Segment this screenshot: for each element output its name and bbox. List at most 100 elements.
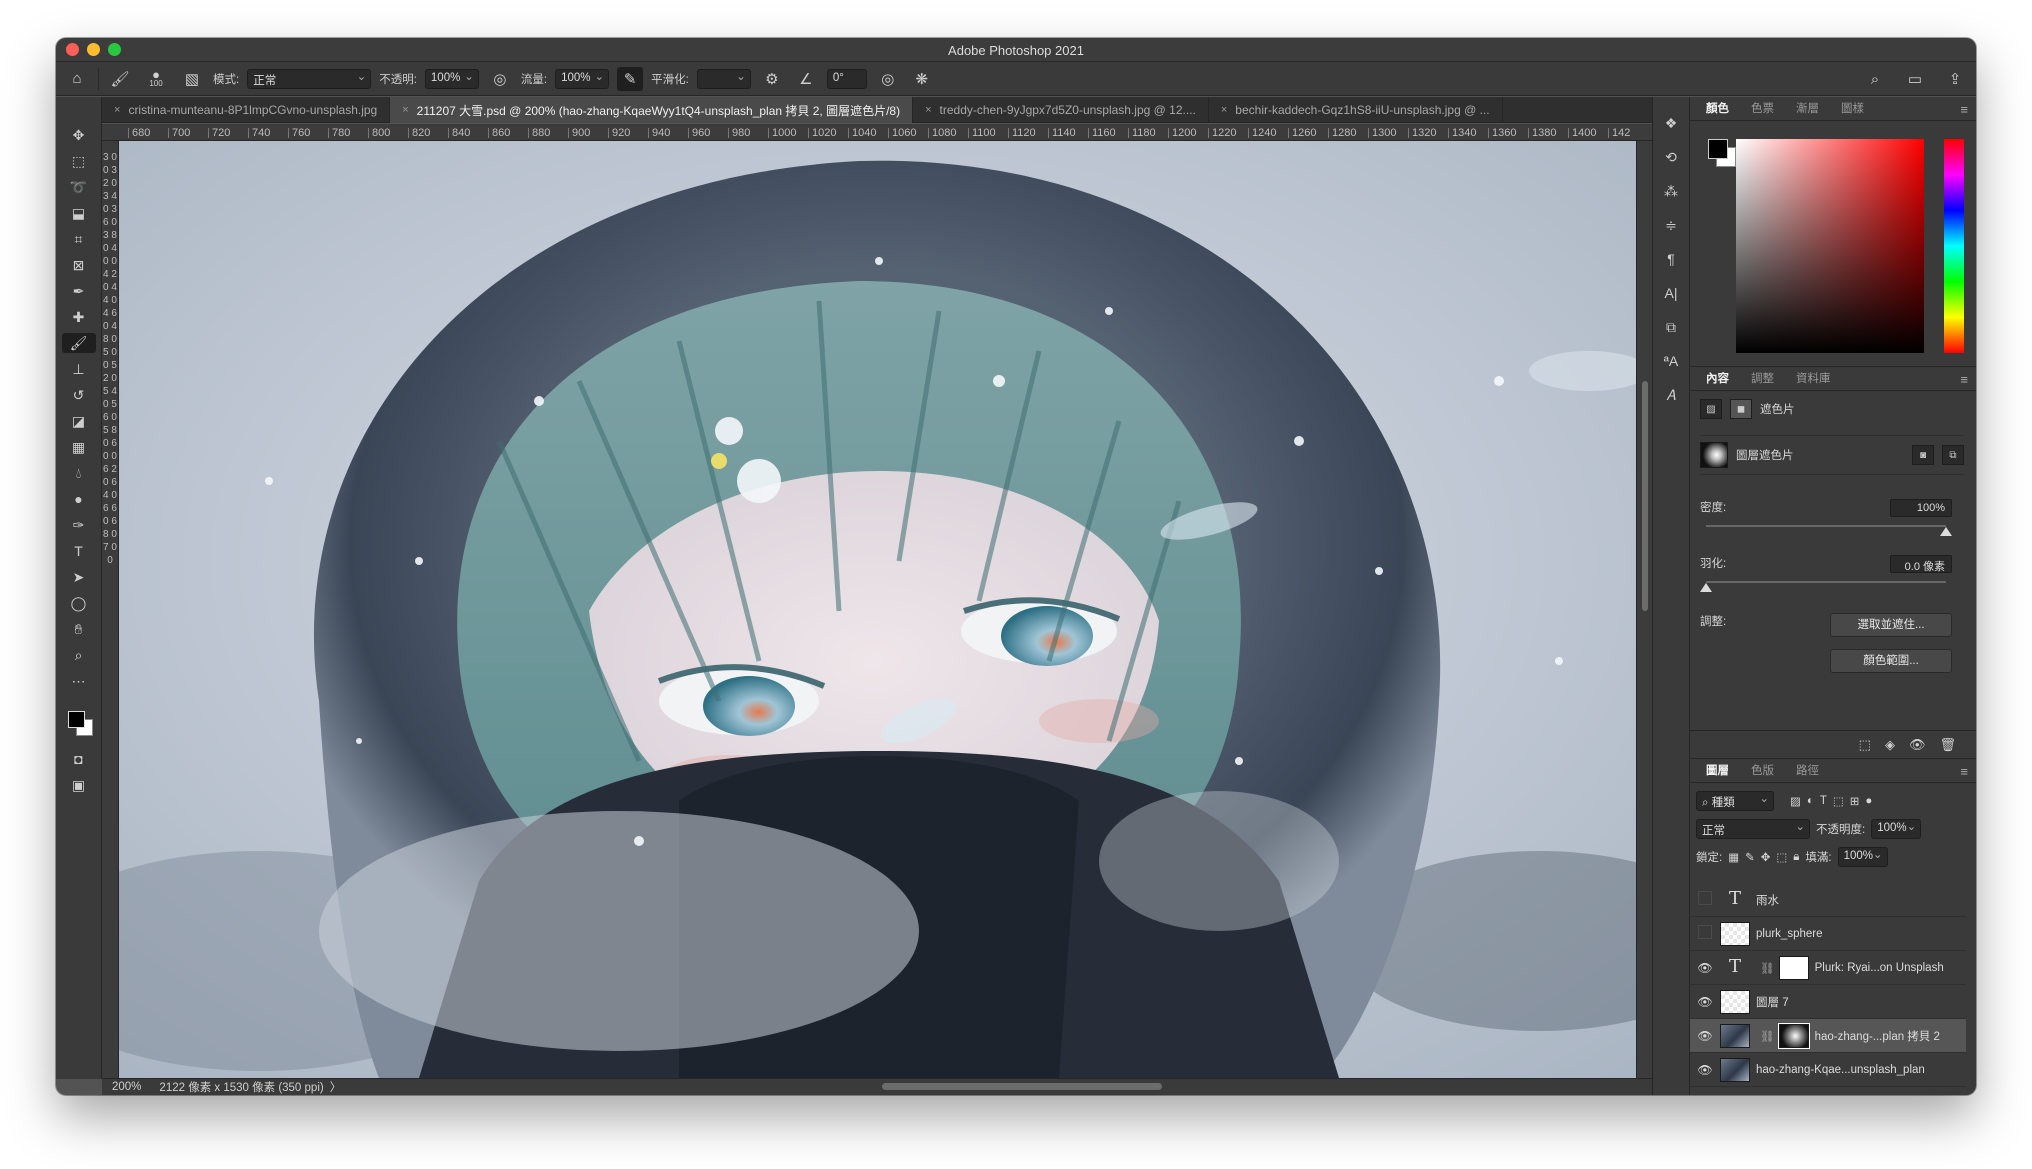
filter-shape-icon[interactable]: ⬚	[1833, 794, 1844, 808]
trash-icon[interactable]: 🗑︎	[1939, 737, 1956, 753]
frame-tool-icon[interactable]: ⊠	[62, 255, 96, 275]
lock-transparency-icon[interactable]: ▦	[1728, 850, 1739, 864]
tab-gradients[interactable]: 漸層	[1786, 96, 1829, 120]
color-swatches[interactable]	[62, 707, 96, 743]
clone-stamp-tool-icon[interactable]: ⊥	[62, 359, 96, 379]
color-picker-field[interactable]	[1736, 139, 1924, 353]
close-tab-icon[interactable]: ×	[114, 104, 120, 116]
lock-artboard-icon[interactable]: ⬚	[1776, 850, 1787, 864]
panel-menu-icon[interactable]: ≡	[1960, 372, 1968, 387]
filter-pixel-icon[interactable]: ▨	[1790, 794, 1801, 808]
select-and-mask-button[interactable]: 選取並遮住...	[1830, 613, 1952, 637]
layer-fill-field[interactable]: 100%	[1837, 847, 1888, 867]
brush-settings-icon[interactable]: ⁂	[1657, 181, 1685, 201]
smoothing-field[interactable]	[696, 68, 751, 89]
close-tab-icon[interactable]: ×	[1221, 104, 1227, 116]
pressure-size-icon[interactable]: ◎	[875, 67, 901, 91]
tab-patterns[interactable]: 圖樣	[1831, 96, 1874, 120]
feather-slider[interactable]	[1700, 581, 1946, 592]
layer-row[interactable]: T 雨水	[1690, 883, 1966, 917]
paragraph-icon[interactable]: ¶	[1657, 249, 1685, 269]
home-icon[interactable]: ⌂	[64, 67, 90, 91]
object-selection-tool-icon[interactable]: ⬓	[62, 203, 96, 223]
brush-tool-preset-icon[interactable]: 🖌︎	[107, 67, 133, 91]
lock-all-icon[interactable]: 🔒︎	[1793, 851, 1799, 864]
feather-field[interactable]: 0.0 像素	[1890, 555, 1952, 573]
workspace-icon[interactable]: ▭	[1902, 67, 1928, 91]
eye-icon[interactable]: 👁︎	[1690, 1063, 1720, 1077]
layer-visibility-toggle[interactable]	[1690, 891, 1720, 908]
doc-tab-2[interactable]: × 211207 大雪.psd @ 200% (hao-zhang-KqaeWyy…	[390, 97, 914, 123]
vertical-scrollbar[interactable]	[1636, 141, 1652, 1078]
filter-smart-object-icon[interactable]: ⊞	[1850, 794, 1860, 808]
flow-field[interactable]: 100%	[555, 68, 610, 89]
layer-visibility-toggle[interactable]	[1690, 925, 1720, 942]
tab-color[interactable]: 顏色	[1696, 96, 1739, 120]
horizontal-scroll-thumb[interactable]	[882, 1083, 1162, 1090]
tab-properties[interactable]: 內容	[1696, 366, 1739, 390]
layer-opacity-field[interactable]: 100%	[1871, 819, 1922, 839]
layer-row[interactable]: 👁︎ T ⛓︎ Plurk: Ryai...on Unsplash	[1690, 951, 1966, 985]
load-selection-icon[interactable]: ⬚	[1859, 737, 1871, 753]
brush-size-picker[interactable]: ● 100	[141, 67, 171, 91]
add-vector-mask-button[interactable]: ⧉	[1942, 445, 1964, 465]
filter-toggle-icon[interactable]: ●	[1865, 795, 1872, 807]
healing-brush-tool-icon[interactable]: ✚	[62, 307, 96, 327]
move-tool-icon[interactable]: ✥	[62, 125, 96, 145]
tab-swatches[interactable]: 色票	[1741, 96, 1784, 120]
brush-settings-panel-icon[interactable]: ▧	[179, 67, 205, 91]
zoom-level[interactable]: 200%	[112, 1081, 141, 1093]
eye-icon[interactable]: 👁︎	[1690, 1029, 1720, 1043]
vertical-scroll-thumb[interactable]	[1642, 381, 1648, 611]
clone-source-icon[interactable]: ⧉	[1657, 317, 1685, 337]
glyphs-icon[interactable]: ªA	[1657, 351, 1685, 371]
select-pixel-mask-button[interactable]: ◙	[1912, 445, 1934, 465]
lasso-tool-icon[interactable]: ➰	[62, 177, 96, 197]
layer-row[interactable]: 👁︎ 圖層 7	[1690, 985, 1966, 1019]
zoom-tool-icon[interactable]: ⌕	[62, 645, 96, 665]
blur-tool-icon[interactable]: 💧︎	[62, 463, 96, 483]
horizontal-ruler[interactable]: 680 700 720 740 760 780 800 820 840 860 880 900 920 9…	[102, 124, 1682, 141]
gradient-tool-icon[interactable]: ▦	[62, 437, 96, 457]
vector-mask-icon[interactable]: ◼	[1730, 399, 1752, 419]
tab-paths[interactable]: 路徑	[1786, 758, 1829, 782]
tab-libraries[interactable]: 資料庫	[1786, 366, 1841, 390]
layer-row-selected[interactable]: 👁︎ ⛓︎ hao-zhang-...plan 拷貝 2	[1690, 1019, 1966, 1053]
blend-mode-select[interactable]: 正常	[247, 68, 372, 89]
pressure-opacity-icon[interactable]: ◎	[487, 67, 513, 91]
lock-pixels-icon[interactable]: ✎	[1745, 850, 1755, 864]
adjustments-icon[interactable]: ≑	[1657, 215, 1685, 235]
link-icon[interactable]: ⛓︎	[1760, 961, 1775, 975]
airbrush-icon[interactable]: ✎	[617, 66, 644, 91]
hue-slider[interactable]	[1944, 139, 1964, 353]
symmetry-icon[interactable]: ❋	[909, 67, 935, 91]
layer-row[interactable]: 👁︎ hao-zhang-Kqae...unsplash_plan	[1690, 1053, 1966, 1087]
filter-type-icon[interactable]: T	[1820, 795, 1827, 807]
feather-slider-knob[interactable]	[1700, 583, 1712, 592]
pen-tool-icon[interactable]: ✑	[62, 515, 96, 535]
doc-tab-4[interactable]: × bechir-kaddech-Gqz1hS8-iiU-unsplash.jpg…	[1209, 97, 1503, 123]
density-field[interactable]: 100%	[1890, 499, 1952, 517]
apply-mask-icon[interactable]: ◈	[1885, 737, 1895, 753]
history-brush-tool-icon[interactable]: ↺	[62, 385, 96, 405]
shape-tool-icon[interactable]: ◯	[62, 593, 96, 613]
color-range-button[interactable]: 顏色範圍...	[1830, 649, 1952, 673]
crop-tool-icon[interactable]: ⌗	[62, 229, 96, 249]
doc-tab-1[interactable]: × cristina-munteanu-8P1lmpCGvno-unsplash.…	[102, 97, 391, 123]
document-canvas[interactable]	[119, 141, 1636, 1078]
panel-menu-icon[interactable]: ≡	[1960, 764, 1968, 779]
share-icon[interactable]: ⇪	[1942, 67, 1968, 91]
eyedropper-tool-icon[interactable]: ✒	[62, 281, 96, 301]
marquee-tool-icon[interactable]: ⬚	[62, 151, 96, 171]
close-tab-icon[interactable]: ×	[925, 104, 931, 116]
eraser-tool-icon[interactable]: ◪	[62, 411, 96, 431]
link-icon[interactable]: ⛓︎	[1760, 1029, 1775, 1043]
tab-layers[interactable]: 圖層	[1696, 758, 1739, 782]
dodge-tool-icon[interactable]: ●	[62, 489, 96, 509]
filter-adjustment-icon[interactable]: ◐	[1807, 795, 1814, 807]
layer-mask-thumbnail[interactable]	[1777, 1022, 1810, 1049]
layer-row[interactable]: plurk_sphere	[1690, 917, 1966, 951]
panel-menu-icon[interactable]: ≡	[1960, 102, 1968, 117]
brush-tool-icon[interactable]: 🖌︎	[61, 333, 96, 353]
eye-icon[interactable]: 👁︎	[1690, 961, 1720, 975]
